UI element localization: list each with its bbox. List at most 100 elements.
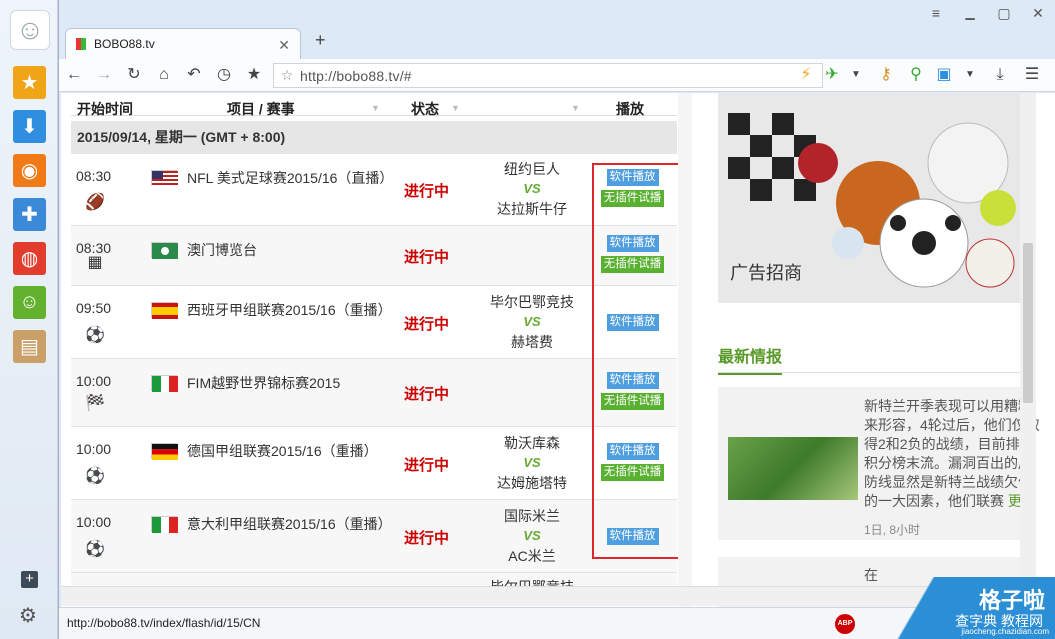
news-header: 最新情报 [718, 325, 1036, 375]
watermark-url: jiaocheng.chazidian.com [961, 627, 1049, 636]
sport-icon: ⚽ [85, 541, 105, 558]
forward-icon[interactable]: → [93, 64, 115, 86]
address-bar[interactable]: ☆ http://bobo88.tv/# [273, 63, 823, 88]
date-row: 2015/09/14, 星期一 (GMT + 8:00) [71, 121, 677, 154]
event-name[interactable]: 西班牙甲组联赛2015/16（重播） [187, 300, 392, 321]
vs-label: VS [523, 181, 541, 196]
start-time: 09:50 [76, 300, 112, 316]
news-text: 新特兰开季表现可以用糟糕来形容，4轮过后，他们仅取得2和2负的战绩，目前排在积分… [864, 397, 1040, 509]
vs-label: VS [523, 527, 541, 543]
sport-icon: ▦ [87, 254, 103, 271]
browser-tab[interactable]: BOBO88.tv ✕ [65, 28, 301, 59]
minimize-icon[interactable]: ▁ [953, 0, 987, 28]
teams: 纽约巨人 VS 达拉斯牛仔 [471, 159, 593, 219]
sport-icon: ⚽ [85, 468, 105, 485]
tab-title: BOBO88.tv [94, 37, 155, 51]
watermark: 格子啦 查字典 教程网 jiaocheng.chazidian.com [880, 577, 1055, 639]
star-icon[interactable]: ★ [13, 66, 46, 99]
back-icon[interactable]: ← [63, 64, 85, 86]
gear-icon[interactable]: ⚙ [19, 603, 37, 628]
header-status: 状态 [411, 101, 439, 117]
event-name[interactable]: FIM越野世界锦标赛2015 [187, 373, 387, 394]
table-row[interactable]: 10:00 ⚽ 意大利甲组联赛2015/16（重播） 进行中 国际米兰 VS AC米兰 软件播… [71, 500, 677, 573]
country-flag-icon [151, 443, 178, 460]
country-flag-icon [151, 242, 178, 259]
url-text[interactable]: http://bobo88.tv/# [300, 68, 412, 84]
vertical-scrollbar[interactable] [1020, 93, 1036, 607]
smile-icon[interactable]: ☺ [13, 286, 46, 319]
team-home: 毕尔巴鄂竞技 [490, 293, 574, 310]
schedule-table: 开始时间 项目 / 赛事 ▼ 状态 ▼ ▼ 播放 2015/09/14, 星期一… [71, 93, 677, 603]
maximize-icon[interactable]: ▢ [987, 0, 1021, 28]
vs-label: VS [523, 313, 541, 329]
teams: 勒沃库森 VS 达姆施塔特 [471, 433, 593, 493]
country-flag-icon [151, 516, 178, 533]
status-live: 进行中 [404, 386, 450, 403]
key-icon[interactable]: ⚷ [875, 64, 897, 86]
history-icon[interactable]: ◷ [213, 64, 235, 86]
status-live: 进行中 [404, 183, 450, 200]
event-name[interactable]: NFL 美式足球赛2015/16（直播） [187, 168, 393, 189]
table-row[interactable]: 08:30 🏈 NFL 美式足球赛2015/16（直播） 进行中 纽约巨人 VS 达拉斯牛仔… [71, 154, 677, 226]
close-icon[interactable]: ✕ [1021, 0, 1055, 28]
team-away: 赫塔费 [511, 333, 553, 350]
left-panel-gutter [678, 93, 692, 607]
table-row[interactable]: 10:00 ⚽ 德国甲组联赛2015/16（重播） 进行中 勒沃库森 VS 达姆施塔特 软件播… [71, 427, 677, 500]
header-event: 项目 / 赛事 [227, 101, 295, 117]
start-time: 10:00 [76, 441, 112, 457]
avatar[interactable]: ☺ [10, 10, 50, 50]
ad-banner[interactable]: 广告招商 [718, 93, 1036, 303]
favicon-icon [76, 38, 86, 50]
toolbar: ← → ↻ ⌂ ↶ ◷ ★ ☆ http://bobo88.tv/# ⚡ ✈ ▼… [59, 59, 1055, 92]
country-flag-icon [151, 170, 178, 187]
status-live: 进行中 [404, 456, 450, 474]
download-icon[interactable]: ⬇ [13, 110, 46, 143]
extension-icon[interactable]: ▣ [933, 64, 955, 86]
speed-icon[interactable]: ✈ [821, 64, 843, 86]
team-home: 勒沃库森 [504, 434, 560, 451]
team-away: 达姆施塔特 [497, 474, 567, 491]
bookmark-star-icon[interactable]: ★ [243, 64, 265, 86]
header-start-time: 开始时间 [77, 101, 133, 117]
highlight-box [592, 163, 690, 559]
more-dropdown-icon[interactable]: ▼ [959, 64, 981, 86]
country-flag-icon [151, 302, 178, 319]
news-time: 1日, 8小时 [864, 523, 921, 537]
bolt-icon[interactable]: ⚡ [795, 64, 817, 86]
favorite-icon[interactable]: ☆ [274, 67, 300, 84]
page-content: 开始时间 项目 / 赛事 ▼ 状态 ▼ ▼ 播放 2015/09/14, 星期一… [61, 93, 1055, 607]
home-icon[interactable]: ⌂ [153, 64, 175, 86]
teams: 国际米兰 VS AC米兰 [471, 506, 593, 566]
table-row[interactable]: 09:50 ⚽ 西班牙甲组联赛2015/16（重播） 进行中 毕尔巴鄂竞技 VS 赫塔费 软件… [71, 286, 677, 359]
menu-list-icon[interactable]: ☰ [1021, 64, 1043, 86]
gamepad-icon[interactable]: ✚ [13, 198, 46, 231]
event-name[interactable]: 意大利甲组联赛2015/16（重播） [187, 514, 392, 535]
download-icon[interactable]: ⤓ [989, 64, 1011, 86]
dropdown-icon[interactable]: ▼ [845, 64, 867, 86]
browser-window: ≡ ▁ ▢ ✕ BOBO88.tv ✕ + ← → ↻ ⌂ ↶ ◷ ★ ☆ ht… [58, 0, 1055, 639]
rss-icon[interactable]: ◉ [13, 154, 46, 187]
add-icon[interactable]: + [21, 571, 38, 588]
country-flag-icon [151, 375, 178, 392]
weibo-icon[interactable]: ◍ [13, 242, 46, 275]
start-time: 10:00 [76, 514, 112, 530]
status-live: 进行中 [404, 315, 450, 333]
scroll-thumb[interactable] [1023, 243, 1033, 403]
team-home: 纽约巨人 [504, 161, 560, 177]
news-thumbnail[interactable] [728, 437, 858, 500]
table-row[interactable]: 10:00 🏁 FIM越野世界锦标赛2015 进行中 软件播放 无插件试播 [71, 359, 677, 427]
search-plugin-icon[interactable]: ⚲ [905, 64, 927, 86]
reload-icon[interactable]: ↻ [123, 64, 145, 86]
team-away: 达拉斯牛仔 [497, 201, 567, 217]
tab-close-icon[interactable]: ✕ [278, 37, 290, 54]
note-icon[interactable]: ▤ [13, 330, 46, 363]
adblock-icon[interactable]: ABP [835, 614, 855, 634]
news-card[interactable]: 新特兰开季表现可以用糟糕来形容，4轮过后，他们仅取得2和2负的战绩，目前排在积分… [718, 387, 1040, 540]
undo-icon[interactable]: ↶ [183, 64, 205, 86]
table-row[interactable]: 08:30 ▦ 澳门博览台 进行中 软件播放 无插件试播 [71, 226, 677, 286]
start-time: 10:00 [76, 373, 112, 389]
menu-icon[interactable]: ≡ [919, 0, 953, 28]
new-tab-icon[interactable]: + [315, 30, 326, 51]
event-name[interactable]: 澳门博览台 [187, 240, 387, 261]
event-name[interactable]: 德国甲组联赛2015/16（重播） [187, 441, 387, 462]
